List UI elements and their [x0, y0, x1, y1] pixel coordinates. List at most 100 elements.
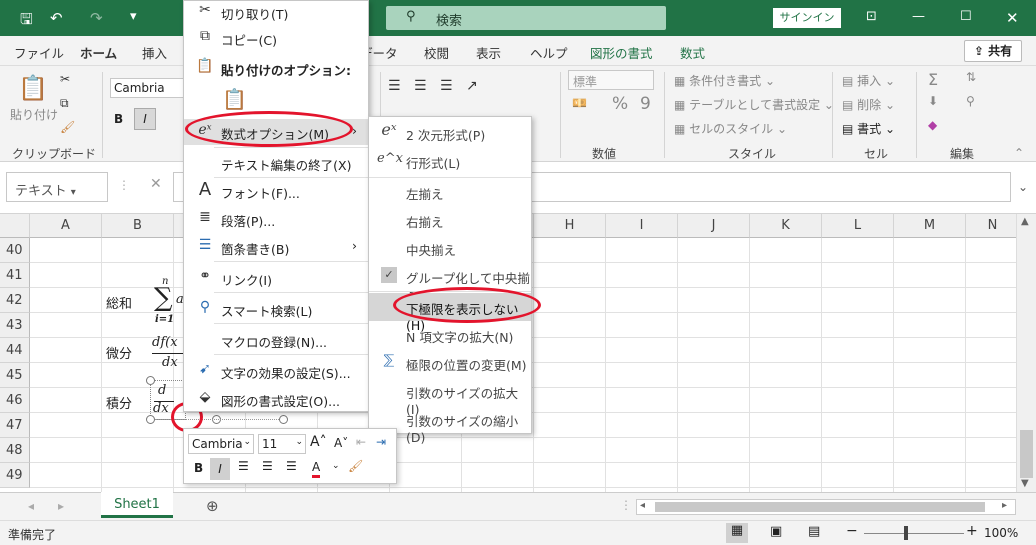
format-as-table-button[interactable]: ▦ テーブルとして書式設定 ⌄	[674, 96, 834, 113]
zoom-level[interactable]: 100%	[984, 526, 1018, 540]
redo-icon[interactable]: ↷	[90, 9, 103, 27]
font-name-box[interactable]: Cambria Ma	[110, 78, 184, 98]
cell-styles-button[interactable]: ▦ セルのスタイル ⌄	[674, 120, 787, 137]
zoom-slider[interactable]	[864, 533, 964, 534]
row-header[interactable]: 47	[0, 413, 30, 438]
column-header[interactable]: H	[534, 214, 606, 238]
tab-help[interactable]: ヘルプ	[530, 43, 568, 62]
align-center-icon[interactable]: ☰	[262, 459, 273, 473]
italic-icon[interactable]: I	[210, 458, 230, 480]
tab-review[interactable]: 校閲	[424, 43, 449, 62]
row-header[interactable]: 44	[0, 338, 30, 363]
zoom-thumb[interactable]	[904, 526, 908, 540]
percent-icon[interactable]: %	[612, 94, 628, 114]
zoom-out-icon[interactable]: −	[846, 523, 858, 539]
column-header[interactable]: K	[750, 214, 822, 238]
row-header[interactable]: 42	[0, 288, 30, 313]
column-header[interactable]: B	[102, 214, 174, 238]
menu-item-format-shape[interactable]: ⬙ 図形の書式設定(O)...	[184, 386, 370, 412]
comma-icon[interactable]: 9	[640, 94, 651, 114]
zoom-in-icon[interactable]: +	[966, 523, 978, 539]
format-painter-icon[interactable]: 🖌	[348, 459, 363, 473]
maximize-icon[interactable]: ☐	[960, 9, 972, 24]
tab-file[interactable]: ファイル	[14, 43, 64, 62]
row-header[interactable]: 41	[0, 263, 30, 288]
copy-icon[interactable]: ⧉	[60, 96, 69, 111]
minimize-icon[interactable]: —	[912, 9, 925, 24]
column-header[interactable]: M	[894, 214, 966, 238]
number-format-box[interactable]: 標準	[568, 70, 654, 90]
tab-equation[interactable]: 数式	[680, 43, 705, 62]
scroll-left-icon[interactable]: ◂	[640, 500, 645, 511]
paste-icon[interactable]: 📋	[18, 74, 48, 102]
submenu-item-professional[interactable]: eˣ 2 次元形式(P)	[369, 119, 531, 147]
cell-b44[interactable]: 微分	[106, 343, 132, 362]
tab-insert[interactable]: 挿入	[142, 43, 167, 62]
submenu-item-limit-location[interactable]: ⅀ 極限の位置の変更(M)	[369, 349, 531, 377]
currency-icon[interactable]: 💴	[572, 96, 587, 110]
name-box[interactable]: テキスト ▾	[6, 172, 108, 202]
cancel-icon[interactable]: ✕	[150, 176, 162, 192]
submenu-item-linear[interactable]: e^x 行形式(L)	[369, 147, 531, 175]
increase-indent-icon[interactable]: ⇥	[376, 435, 386, 449]
sort-filter-icon[interactable]: ⇅	[966, 70, 976, 84]
align-right-icon[interactable]: ☰	[286, 459, 297, 473]
font-color-icon[interactable]: A	[312, 459, 321, 478]
undo-icon[interactable]: ↶	[50, 9, 63, 27]
row-header[interactable]: 40	[0, 238, 30, 263]
grow-font-icon[interactable]: A˄	[310, 434, 327, 450]
insert-cells-button[interactable]: ▤ 挿入 ⌄	[842, 72, 895, 89]
submenu-item-right[interactable]: 右揃え	[369, 206, 531, 234]
ribbon-display-icon[interactable]: ⊡	[866, 9, 877, 24]
column-header[interactable]: A	[30, 214, 102, 238]
row-header[interactable]: 45	[0, 363, 30, 388]
vertical-scrollbar[interactable]: ▲ ▼	[1016, 214, 1036, 492]
menu-item-cut[interactable]: ✂ 切り取り(T)	[184, 0, 370, 25]
delete-cells-button[interactable]: ▤ 削除 ⌄	[842, 96, 895, 113]
shrink-font-icon[interactable]: A˅	[334, 436, 348, 450]
mini-font-box[interactable]: Cambria ⌄	[188, 434, 254, 454]
expand-formula-icon[interactable]: ⌄	[1018, 180, 1028, 194]
cell-b46[interactable]: 積分	[106, 393, 132, 412]
format-cells-button[interactable]: ▤ 書式 ⌄	[842, 120, 895, 137]
format-painter-icon[interactable]: 🖌	[60, 120, 75, 134]
signin-button[interactable]: サインイン	[773, 8, 841, 28]
column-header[interactable]: I	[606, 214, 678, 238]
menu-item-smart-lookup[interactable]: ⚲ スマート検索(L)	[184, 296, 370, 322]
submenu-item-nary-grow[interactable]: N 項文字の拡大(N)	[369, 321, 531, 349]
chevron-down-icon[interactable]: ⌄	[332, 461, 340, 471]
select-all-corner[interactable]	[0, 214, 30, 238]
row-header[interactable]: 46	[0, 388, 30, 413]
close-icon[interactable]: ✕	[1006, 9, 1019, 27]
collapse-ribbon-icon[interactable]: ⌃	[1014, 146, 1024, 160]
menu-item-bullets[interactable]: ☰ 箇条書き(B) ›	[184, 234, 370, 260]
submenu-item-left[interactable]: 左揃え	[369, 178, 531, 206]
row-header[interactable]: 48	[0, 438, 30, 463]
save-icon[interactable]: 🖫	[20, 9, 33, 34]
conditional-format-button[interactable]: ▦ 条件付き書式 ⌄	[674, 72, 775, 89]
menu-item-paragraph[interactable]: ≣ 段落(P)...	[184, 206, 370, 232]
row-header[interactable]: 43	[0, 313, 30, 338]
resize-handle[interactable]	[146, 376, 155, 385]
clear-icon[interactable]: ◆	[928, 118, 937, 132]
scroll-thumb[interactable]	[655, 502, 985, 512]
page-break-icon[interactable]: ▤	[808, 524, 820, 539]
row-header[interactable]: 49	[0, 463, 30, 488]
menu-item-text-effects[interactable]: ➹ 文字の効果の設定(S)...	[184, 358, 370, 384]
bold-icon[interactable]: B	[194, 461, 203, 475]
column-header[interactable]: J	[678, 214, 750, 238]
resize-handle[interactable]	[146, 415, 155, 424]
resize-handle[interactable]	[279, 415, 288, 424]
cut-icon[interactable]: ✂	[60, 72, 70, 86]
prev-sheet-icon[interactable]: ◂	[28, 499, 34, 513]
italic-icon[interactable]: I	[134, 108, 156, 130]
column-header[interactable]: N	[966, 214, 1020, 238]
submenu-item-group-center[interactable]: ✓グループ化して中央揃え	[369, 262, 531, 305]
page-layout-icon[interactable]: ▣	[770, 524, 782, 539]
cell-b42[interactable]: 総和	[106, 293, 132, 312]
decrease-indent-icon[interactable]: ⇤	[356, 435, 366, 449]
scroll-down-icon[interactable]: ▼	[1021, 478, 1029, 489]
horizontal-scrollbar[interactable]: ◂ ▸	[636, 499, 1016, 515]
autosum-icon[interactable]: Σ	[928, 70, 938, 89]
next-sheet-icon[interactable]: ▸	[58, 499, 64, 513]
